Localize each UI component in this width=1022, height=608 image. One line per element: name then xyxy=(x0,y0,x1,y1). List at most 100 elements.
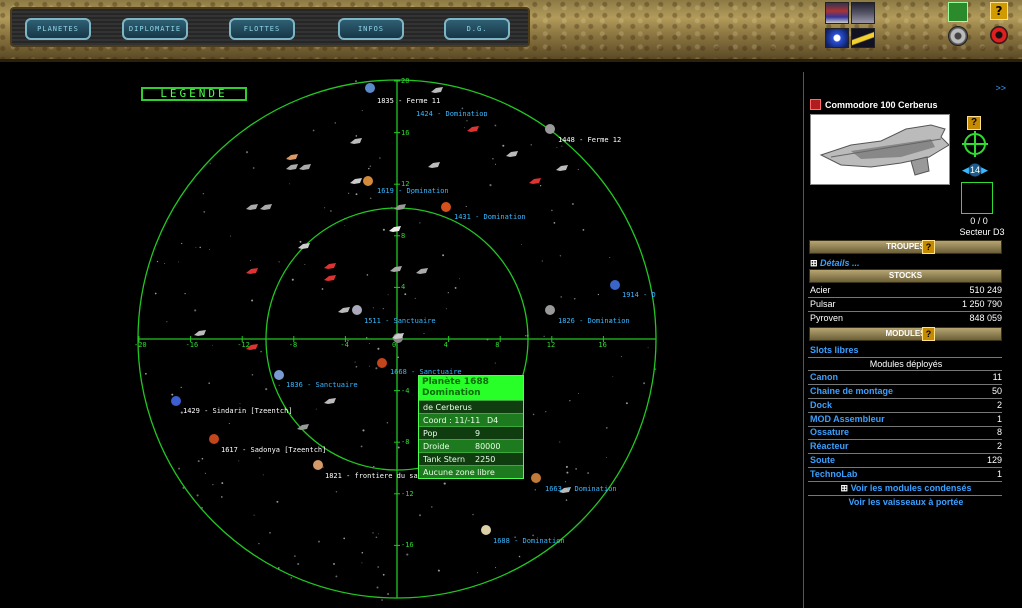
planet-icon[interactable] xyxy=(313,460,323,470)
ship-icon[interactable] xyxy=(506,151,518,157)
ship-icon[interactable] xyxy=(390,266,402,272)
planet-label[interactable]: 1511 - Sanctuaire xyxy=(364,317,436,325)
ship-icon[interactable] xyxy=(324,398,336,404)
ship-icon[interactable] xyxy=(246,268,258,274)
ship-icon[interactable] xyxy=(260,204,272,210)
divider xyxy=(808,439,1002,440)
star xyxy=(276,500,279,503)
module-row[interactable]: Dock 2 xyxy=(810,400,1002,410)
ship-icon[interactable] xyxy=(416,268,428,274)
planet-label[interactable]: 1617 - Sadonya [Tzeentch] xyxy=(221,446,326,454)
planet-label[interactable]: 1688 - Domination xyxy=(493,537,565,545)
settings-icon[interactable] xyxy=(948,2,968,22)
planet-icon[interactable] xyxy=(441,202,451,212)
star xyxy=(208,382,210,384)
planet-icon[interactable] xyxy=(377,358,387,368)
ship-icon[interactable] xyxy=(431,87,443,93)
planet-label[interactable]: 1431 - Domination xyxy=(454,213,526,221)
ship-list-icon[interactable] xyxy=(825,2,849,24)
ship-icon[interactable] xyxy=(286,154,298,160)
gear-icon[interactable] xyxy=(948,26,968,46)
planet-label[interactable]: 1663 - Domination xyxy=(545,485,617,493)
planet-icon[interactable] xyxy=(209,434,219,444)
planet-label[interactable]: 1619 - Domination xyxy=(377,187,449,195)
planets-layer xyxy=(171,83,620,535)
star xyxy=(556,146,558,148)
planet-label[interactable]: 1914 - D xyxy=(622,291,656,299)
star xyxy=(461,107,464,110)
divider xyxy=(808,311,1002,312)
y-tick-label: -8 xyxy=(401,438,410,447)
nav-flottes-button[interactable]: FLOTTES xyxy=(229,18,295,40)
slots-libres-link[interactable]: Slots libres xyxy=(810,345,859,355)
voir-vaisseaux-link[interactable]: Voir les vaisseaux à portée xyxy=(810,497,1002,507)
troupes-help-icon[interactable]: ? xyxy=(922,240,935,254)
ship-icon[interactable] xyxy=(467,126,479,132)
planet-label[interactable]: 1826 - Domination xyxy=(558,317,630,325)
planet-icon[interactable] xyxy=(545,305,555,315)
nav-infos-button[interactable]: INFOS xyxy=(338,18,404,40)
exit-icon[interactable] xyxy=(990,26,1008,44)
ship-icon[interactable] xyxy=(389,226,401,232)
ship-icon[interactable] xyxy=(246,204,258,210)
ship-icon[interactable] xyxy=(299,164,311,170)
planet-icon[interactable] xyxy=(363,176,373,186)
planet-icon[interactable] xyxy=(545,124,555,134)
planet-label[interactable]: 1836 - Sanctuaire xyxy=(286,381,358,389)
planet-label[interactable]: 1424 - Domination xyxy=(416,110,488,118)
map-icon[interactable] xyxy=(825,28,849,48)
tooltip-sector: D4 xyxy=(487,416,499,425)
galaxy-map[interactable]: LEGENDE -20 -16 -12 -8 -4 0 4 8 12 16 20 16 12 8 4 -4-… xyxy=(0,65,803,608)
help-icon[interactable]: ? xyxy=(990,2,1008,20)
ship-icon[interactable] xyxy=(324,275,336,281)
planet-icon[interactable] xyxy=(352,305,362,315)
ship-help-icon[interactable]: ? xyxy=(967,116,981,130)
module-row[interactable]: MOD Assembleur 1 xyxy=(810,414,1002,424)
fleet-icon[interactable] xyxy=(851,2,875,24)
ship-icon[interactable] xyxy=(350,178,362,184)
planet-icon[interactable] xyxy=(274,370,284,380)
expand-link[interactable]: >> xyxy=(995,83,1006,93)
module-row[interactable]: Soute 129 xyxy=(810,455,1002,465)
planet-label[interactable]: 1429 - Sindarin [Tzeentch] xyxy=(183,407,293,415)
nav-planetes-button[interactable]: PLANETES xyxy=(25,18,91,40)
voir-modules-link[interactable]: ⊞ Voir les modules condensés xyxy=(810,483,1002,494)
ship-header: Commodore 100 Cerberus xyxy=(810,98,938,111)
star xyxy=(582,229,585,231)
details-link[interactable]: ⊞ Détails ... xyxy=(810,258,860,269)
planet-label[interactable]: 1448 - Ferme 12 xyxy=(558,136,621,144)
troupes-header: TROUPES ? xyxy=(809,240,1002,254)
ship-icon[interactable] xyxy=(556,165,568,171)
resources-icon[interactable] xyxy=(851,28,875,48)
module-row[interactable]: TechnoLab 1 xyxy=(810,469,1002,479)
cargo-slot[interactable] xyxy=(961,182,993,214)
nav-diplomatie-button[interactable]: DIPLOMATIE xyxy=(122,18,188,40)
target-icon[interactable] xyxy=(962,131,988,157)
planet-icon[interactable] xyxy=(481,525,491,535)
ship-icon[interactable] xyxy=(428,162,440,168)
planet-icon[interactable] xyxy=(365,83,375,93)
ship-icon[interactable] xyxy=(394,204,406,210)
module-row[interactable]: Chaine de montage 50 xyxy=(810,386,1002,396)
ship-icon[interactable] xyxy=(194,330,206,336)
ship-icon[interactable] xyxy=(338,307,350,313)
ship-icon[interactable] xyxy=(298,243,310,249)
module-row[interactable]: Canon 11 xyxy=(810,372,1002,382)
legende-button[interactable]: LEGENDE xyxy=(141,87,247,101)
module-row[interactable]: Réacteur 2 xyxy=(810,441,1002,451)
ship-icon[interactable] xyxy=(350,138,362,144)
planet-icon[interactable] xyxy=(531,473,541,483)
star xyxy=(181,242,183,245)
star xyxy=(315,408,317,410)
planet-icon[interactable] xyxy=(171,396,181,406)
ship-icon[interactable] xyxy=(529,178,541,184)
module-row[interactable]: Ossature 8 xyxy=(810,427,1002,437)
range-indicator[interactable]: ◀ 14 ▶ xyxy=(962,162,988,178)
planet-label[interactable]: 1835 - Ferme 11 xyxy=(377,97,440,105)
nav-dg-button[interactable]: D.G. xyxy=(444,18,510,40)
ship-icon[interactable] xyxy=(286,164,298,170)
ship-icon[interactable] xyxy=(324,263,336,269)
planet-icon[interactable] xyxy=(610,280,620,290)
star xyxy=(221,482,224,485)
modules-help-icon[interactable]: ? xyxy=(922,327,935,341)
